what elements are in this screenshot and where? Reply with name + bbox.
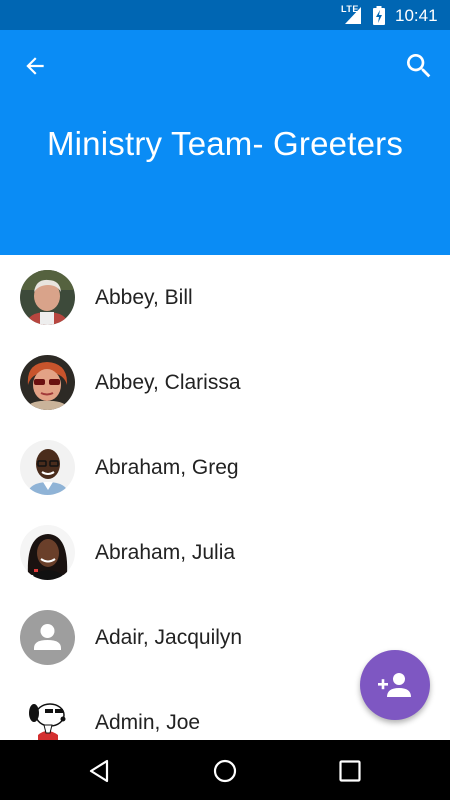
system-nav-bar — [0, 740, 450, 800]
contact-name: Abraham, Julia — [95, 541, 236, 564]
contact-name: Abbey, Bill — [95, 286, 193, 309]
avatar — [20, 355, 75, 410]
signal-icon — [345, 7, 361, 24]
list-item[interactable]: Abraham, Julia — [0, 510, 450, 595]
avatar — [20, 610, 75, 665]
page-title: Ministry Team- Greeters — [46, 125, 404, 162]
contact-name: Abbey, Clarissa — [95, 371, 241, 394]
nav-recents-icon[interactable] — [337, 758, 363, 784]
arrow-back-icon[interactable] — [22, 53, 48, 79]
default-person-icon — [20, 610, 75, 665]
contact-name: Abraham, Greg — [95, 456, 239, 479]
avatar — [20, 270, 75, 325]
battery-charging-icon — [373, 6, 385, 25]
avatar — [20, 695, 75, 740]
add-person-icon — [378, 673, 411, 697]
avatar — [20, 440, 75, 495]
contact-name: Adair, Jacquilyn — [95, 626, 243, 649]
nav-back-icon[interactable] — [87, 758, 113, 784]
contact-name: Admin, Joe — [95, 711, 201, 734]
status-time: 10:41 — [395, 6, 438, 25]
avatar — [20, 525, 75, 580]
nav-home-icon[interactable] — [212, 758, 238, 784]
list-item[interactable]: Abbey, Clarissa — [0, 340, 450, 425]
list-item[interactable]: Abbey, Bill — [0, 255, 450, 340]
app-bar: Ministry Team- Greeters — [0, 30, 450, 255]
list-item[interactable]: Abraham, Greg — [0, 425, 450, 510]
add-person-button[interactable] — [360, 650, 430, 720]
status-bar: LTE 10:41 — [0, 0, 450, 30]
search-icon[interactable] — [403, 50, 435, 82]
